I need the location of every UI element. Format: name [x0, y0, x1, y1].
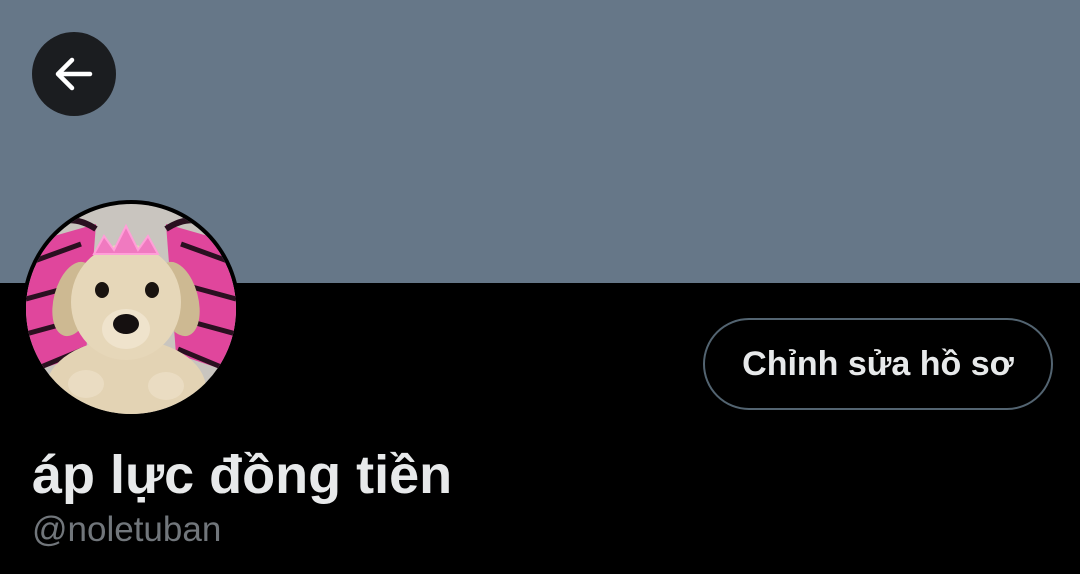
back-button[interactable] [32, 32, 116, 116]
avatar[interactable] [26, 204, 236, 414]
profile-handle: @noletuban [32, 510, 222, 549]
edit-profile-button[interactable]: Chỉnh sửa hồ sơ [703, 318, 1053, 410]
puppy-avatar-image [26, 204, 236, 414]
profile-display-name: áp lực đồng tiền [32, 445, 453, 505]
arrow-left-icon [55, 57, 93, 91]
